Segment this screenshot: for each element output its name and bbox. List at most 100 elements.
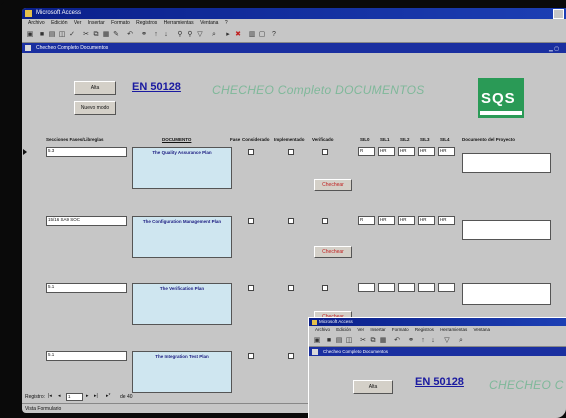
menu-ver[interactable]: Ver [74, 20, 82, 26]
menu-edicion[interactable]: Edición [51, 20, 67, 26]
win2-menu-archivo[interactable]: Archivo [315, 327, 330, 332]
project-document-field[interactable] [462, 153, 551, 173]
menu-insertar[interactable]: Insertar [88, 20, 105, 26]
menu-formato[interactable]: Formato [111, 20, 130, 26]
considerado-checkbox[interactable] [248, 218, 254, 224]
hyperlink-icon[interactable]: ⚭ [140, 30, 148, 39]
nav-new-button[interactable]: ▸* [106, 393, 110, 399]
verificado-checkbox[interactable] [322, 285, 328, 291]
nav-last-button[interactable]: ▸| [94, 393, 98, 399]
help-icon[interactable]: ? [270, 30, 278, 39]
sil3-field[interactable] [418, 283, 435, 292]
view-icon[interactable]: ▣ [313, 336, 321, 345]
win2-menu-herramientas[interactable]: Herramientas [440, 327, 467, 332]
menu-registros[interactable]: Registros [136, 20, 157, 26]
alta-button[interactable]: Alta [74, 81, 116, 95]
paste-icon[interactable]: ▦ [102, 30, 110, 39]
sil4-field[interactable]: HR [438, 216, 455, 225]
sort-asc-icon[interactable]: ↑ [152, 30, 160, 39]
document-field[interactable]: The Integration Test Plan [132, 351, 232, 393]
sil2-field[interactable]: HR [398, 147, 415, 156]
win2-menu-insertar[interactable]: Insertar [370, 327, 385, 332]
verificado-checkbox[interactable] [322, 218, 328, 224]
win2-alta-button[interactable]: Alta [353, 380, 393, 394]
chechear-button[interactable]: Chechear [314, 246, 352, 258]
chechear-button[interactable]: Chechear [314, 179, 352, 191]
save-icon[interactable]: ■ [325, 336, 333, 345]
print-icon[interactable]: ▤ [335, 336, 343, 345]
sil2-field[interactable]: HR [398, 216, 415, 225]
considerado-checkbox[interactable] [248, 353, 254, 359]
win2-menu-formato[interactable]: Formato [392, 327, 409, 332]
spell-icon[interactable]: ✓ [68, 30, 76, 39]
copy-icon[interactable]: ⧉ [369, 336, 377, 345]
find-icon[interactable]: ⌕ [210, 30, 218, 39]
sil1-field[interactable]: HR [378, 216, 395, 225]
sil3-field[interactable]: HR [418, 147, 435, 156]
win2-menu-ver[interactable]: Ver [357, 327, 364, 332]
implementado-checkbox[interactable] [288, 218, 294, 224]
sil0-field[interactable] [358, 283, 375, 292]
nav-first-button[interactable]: |◂ [48, 393, 52, 399]
project-document-field[interactable] [462, 220, 551, 240]
undo-icon[interactable]: ↶ [393, 336, 401, 345]
section-field[interactable]: 15/16 SA9 SOC [46, 216, 127, 226]
find-icon[interactable]: ⌕ [457, 336, 465, 345]
new-object-icon[interactable]: ▢ [258, 30, 266, 39]
undo-icon[interactable]: ↶ [126, 30, 134, 39]
document-field[interactable]: The Verification Plan [132, 283, 232, 325]
hyperlink-icon[interactable]: ⚭ [407, 336, 415, 345]
nav-prev-button[interactable]: ◂ [58, 393, 61, 399]
window-control-button[interactable] [553, 9, 564, 19]
form-window-controls[interactable]: ▁ ▢ [549, 44, 563, 52]
view-icon[interactable]: ▣ [26, 30, 34, 39]
win2-menu-registros[interactable]: Registros [415, 327, 434, 332]
new-record-icon[interactable]: ▸ [224, 30, 232, 39]
menu-help[interactable]: ? [225, 20, 228, 26]
section-field[interactable]: 5.3 [46, 147, 127, 157]
considerado-checkbox[interactable] [248, 149, 254, 155]
cut-icon[interactable]: ✂ [359, 336, 367, 345]
menu-ventana[interactable]: Ventana [200, 20, 218, 26]
format-painter-icon[interactable]: ✎ [112, 30, 120, 39]
apply-filter-icon[interactable]: ▽ [196, 30, 204, 39]
section-field[interactable]: 5.1 [46, 351, 127, 361]
paste-icon[interactable]: ▦ [379, 336, 387, 345]
implementado-checkbox[interactable] [288, 353, 294, 359]
project-document-field[interactable] [462, 283, 551, 305]
nav-record-field[interactable]: 1 [66, 393, 83, 401]
preview-icon[interactable]: ◫ [58, 30, 66, 39]
nav-next-button[interactable]: ▸ [86, 393, 89, 399]
document-field[interactable]: The Quality Assurance Plan [132, 147, 232, 189]
print-icon[interactable]: ▤ [48, 30, 56, 39]
preview-icon[interactable]: ◫ [345, 336, 353, 345]
implementado-checkbox[interactable] [288, 149, 294, 155]
sil0-field[interactable]: R [358, 147, 375, 156]
verificado-checkbox[interactable] [322, 149, 328, 155]
implementado-checkbox[interactable] [288, 285, 294, 291]
sil3-field[interactable]: HR [418, 216, 435, 225]
sil1-field[interactable] [378, 283, 395, 292]
copy-icon[interactable]: ⧉ [92, 30, 100, 39]
win2-menu-ventana[interactable]: Ventana [473, 327, 490, 332]
menu-archivo[interactable]: Archivo [28, 20, 45, 26]
sil4-field[interactable] [438, 283, 455, 292]
considerado-checkbox[interactable] [248, 285, 254, 291]
sort-asc-icon[interactable]: ↑ [419, 336, 427, 345]
nuevo-modo-button[interactable]: Nuevo modo [74, 101, 116, 115]
filter-icon[interactable]: ▽ [443, 336, 451, 345]
sil0-field[interactable]: R [358, 216, 375, 225]
delete-record-icon[interactable]: ✖ [234, 30, 242, 39]
sil1-field[interactable]: HR [378, 147, 395, 156]
database-window-icon[interactable]: ▥ [248, 30, 256, 39]
menu-herramientas[interactable]: Herramientas [164, 20, 194, 26]
sil2-field[interactable] [398, 283, 415, 292]
second-access-window[interactable]: Microsoft Access Archivo Edición Ver Ins… [308, 317, 566, 418]
filter-selection-icon[interactable]: ⚲ [176, 30, 184, 39]
document-field[interactable]: The Configuration Management Plan [132, 216, 232, 258]
sort-desc-icon[interactable]: ↓ [162, 30, 170, 39]
filter-form-icon[interactable]: ⚲ [186, 30, 194, 39]
sort-desc-icon[interactable]: ↓ [429, 336, 437, 345]
cut-icon[interactable]: ✂ [82, 30, 90, 39]
sil4-field[interactable]: HR [438, 147, 455, 156]
